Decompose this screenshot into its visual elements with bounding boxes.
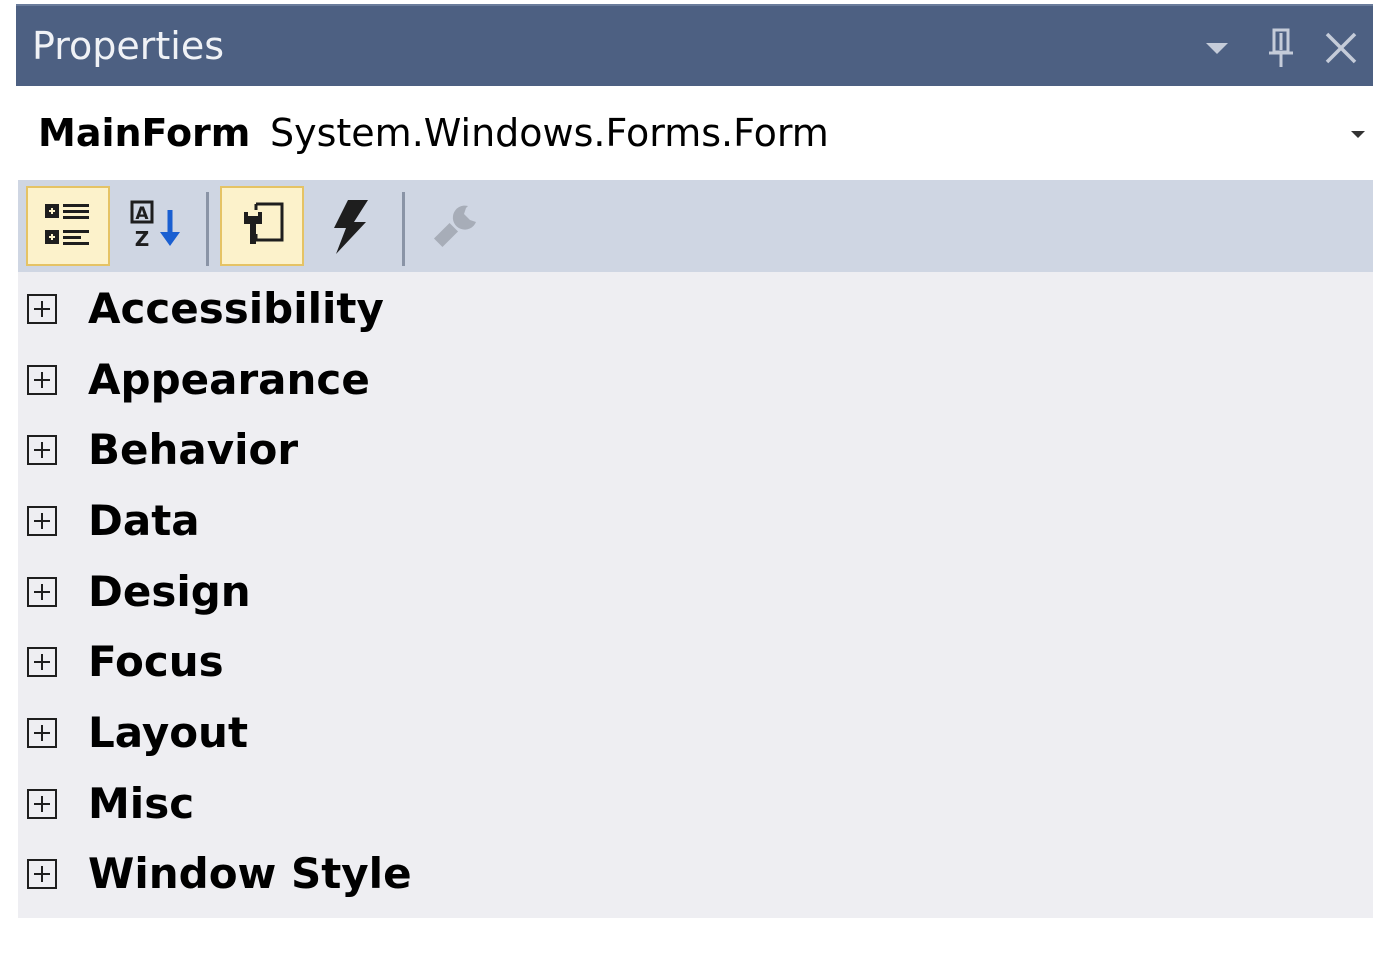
events-button[interactable] bbox=[308, 186, 392, 266]
properties-window: Properties MainForm System.Windows.Forms… bbox=[16, 4, 1373, 963]
object-name: MainForm bbox=[38, 111, 251, 155]
svg-text:Z: Z bbox=[135, 227, 150, 251]
alphabetical-icon: A Z bbox=[130, 200, 180, 251]
property-grid: Accessibility Appearance Behavior Data D… bbox=[18, 272, 1373, 918]
categorized-icon bbox=[45, 204, 89, 245]
properties-toolbar: A Z bbox=[18, 180, 1373, 272]
category-label: Focus bbox=[88, 637, 224, 686]
properties-button[interactable] bbox=[220, 186, 304, 266]
expand-icon[interactable] bbox=[27, 718, 57, 748]
description-pane bbox=[16, 918, 1373, 963]
window-title: Properties bbox=[32, 24, 225, 68]
category-misc[interactable]: Misc bbox=[18, 769, 1373, 839]
expand-icon[interactable] bbox=[27, 859, 57, 889]
object-selector-dropdown[interactable] bbox=[1343, 122, 1373, 146]
category-data[interactable]: Data bbox=[18, 486, 1373, 556]
object-type: System.Windows.Forms.Form bbox=[270, 111, 829, 155]
pin-icon bbox=[1269, 28, 1293, 67]
auto-hide-pin-button[interactable] bbox=[1261, 26, 1301, 70]
properties-icon bbox=[244, 202, 284, 244]
expand-icon[interactable] bbox=[27, 577, 57, 607]
category-label: Accessibility bbox=[88, 284, 384, 333]
title-bar[interactable]: Properties bbox=[16, 4, 1373, 86]
category-label: Design bbox=[88, 567, 251, 616]
object-selector[interactable]: MainForm System.Windows.Forms.Form bbox=[16, 86, 1373, 180]
wrench-icon bbox=[433, 205, 476, 248]
expand-icon[interactable] bbox=[27, 435, 57, 465]
property-pages-button[interactable] bbox=[414, 186, 498, 266]
expand-icon[interactable] bbox=[27, 294, 57, 324]
category-label: Data bbox=[88, 496, 200, 545]
expand-icon[interactable] bbox=[27, 647, 57, 677]
category-accessibility[interactable]: Accessibility bbox=[18, 274, 1373, 344]
svg-text:A: A bbox=[135, 204, 149, 224]
expand-icon[interactable] bbox=[27, 789, 57, 819]
category-behavior[interactable]: Behavior bbox=[18, 415, 1373, 485]
category-label: Behavior bbox=[88, 425, 299, 474]
categorized-button[interactable] bbox=[26, 186, 110, 266]
category-design[interactable]: Design bbox=[18, 557, 1373, 627]
category-layout[interactable]: Layout bbox=[18, 698, 1373, 768]
category-label: Layout bbox=[88, 708, 249, 757]
events-icon bbox=[334, 200, 368, 254]
chevron-down-icon bbox=[1351, 131, 1365, 138]
category-focus[interactable]: Focus bbox=[18, 627, 1373, 697]
alphabetical-button[interactable]: A Z bbox=[114, 186, 198, 266]
toolbar-separator bbox=[206, 192, 209, 266]
dropdown-arrow-icon bbox=[1206, 43, 1228, 54]
expand-icon[interactable] bbox=[27, 365, 57, 395]
toolbar-separator bbox=[402, 192, 405, 266]
window-options-button[interactable] bbox=[1197, 26, 1237, 70]
expand-icon[interactable] bbox=[27, 506, 57, 536]
close-button[interactable] bbox=[1321, 26, 1361, 70]
category-label: Window Style bbox=[88, 849, 412, 898]
close-icon bbox=[1325, 32, 1357, 64]
category-label: Appearance bbox=[88, 355, 370, 404]
category-appearance[interactable]: Appearance bbox=[18, 345, 1373, 415]
category-window-style[interactable]: Window Style bbox=[18, 839, 1373, 909]
category-label: Misc bbox=[88, 779, 195, 828]
